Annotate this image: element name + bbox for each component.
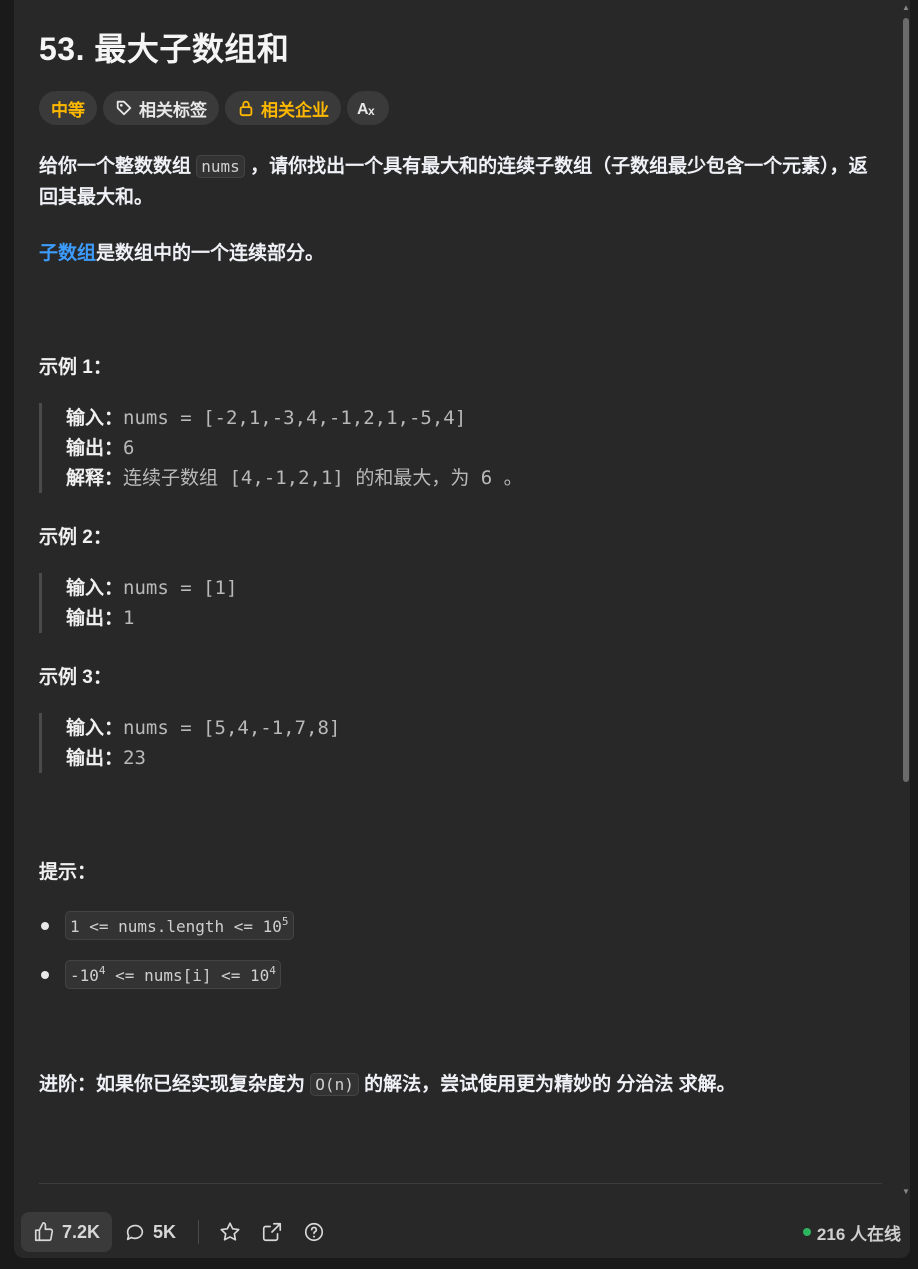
scrollbar-thumb[interactable] xyxy=(903,18,909,782)
constraint-1: 1 <= nums.length <= 105 xyxy=(39,911,294,940)
constraint-2: -104 <= nums[i] <= 104 xyxy=(39,960,281,989)
lock-icon xyxy=(239,100,253,117)
example-1-heading: 示例 1： xyxy=(39,357,112,378)
svg-text:x: x xyxy=(368,104,375,117)
problem-panel: 53. 最大子数组和 中等 相关标签 相关企业 Ax 给你一个整数数组 nums… xyxy=(14,0,910,1258)
example-2-block: 输入：nums = [1] 输出：1 xyxy=(39,573,866,633)
problem-title: 53. 最大子数组和 xyxy=(39,31,290,67)
question-icon xyxy=(304,1222,324,1242)
tag-icon xyxy=(116,100,132,116)
inline-code: nums xyxy=(196,155,245,178)
scroll-down-arrow-icon[interactable]: ▼ xyxy=(902,1188,910,1196)
online-indicator: 216 人在线 xyxy=(802,1212,901,1252)
comment-count: 5K xyxy=(153,1221,177,1242)
help-button[interactable] xyxy=(293,1212,335,1252)
related-companies-label: 相关企业 xyxy=(261,100,329,120)
example-output: 1 xyxy=(123,607,135,629)
example-input: nums = [-2,1,-3,4,-1,2,1,-5,4] xyxy=(123,407,467,429)
share-icon xyxy=(262,1222,282,1242)
subarray-definition: 子数组是数组中的一个连续部分。 xyxy=(39,243,325,264)
favorite-button[interactable] xyxy=(209,1212,251,1252)
example-3-heading: 示例 3： xyxy=(39,667,112,688)
example-input: nums = [5,4,-1,7,8] xyxy=(123,717,341,739)
like-button[interactable]: 7.2K xyxy=(21,1212,113,1252)
footer-divider xyxy=(39,1183,882,1184)
star-icon xyxy=(220,1222,240,1241)
share-button[interactable] xyxy=(251,1212,293,1252)
difficulty-badge: 中等 xyxy=(39,91,97,125)
example-input: nums = [1] xyxy=(123,577,238,599)
example-1-block: 输入：nums = [-2,1,-3,4,-1,2,1,-5,4] 输出：6 解… xyxy=(39,403,866,493)
thumbs-up-icon xyxy=(34,1222,54,1242)
scrollbar[interactable]: ▲ ▼ xyxy=(902,0,910,1200)
translate-icon: Ax xyxy=(357,101,375,117)
comment-icon xyxy=(126,1224,144,1241)
example-output: 6 xyxy=(123,437,135,459)
related-tags-label: 相关标签 xyxy=(139,100,207,120)
related-tags-button[interactable]: 相关标签 xyxy=(103,91,219,125)
follow-up: 进阶：如果你已经实现复杂度为 O(n) 的解法，尝试使用更为精妙的 分治法 求解… xyxy=(39,1073,736,1096)
subarray-link[interactable]: 子数组 xyxy=(39,243,96,264)
online-count: 216 人在线 xyxy=(816,1224,901,1244)
difficulty-label: 中等 xyxy=(51,100,85,120)
like-count: 7.2K xyxy=(62,1221,101,1242)
problem-description: 给你一个整数数组 nums ，请你找出一个具有最大和的连续子数组（子数组最少包含… xyxy=(39,155,868,208)
problem-tags: 中等 相关标签 相关企业 Ax xyxy=(39,91,389,125)
related-companies-button[interactable]: 相关企业 xyxy=(225,91,341,125)
example-2-heading: 示例 2： xyxy=(39,527,112,548)
translate-button[interactable]: Ax xyxy=(347,91,389,125)
hints-heading: 提示： xyxy=(39,862,97,883)
example-3-block: 输入：nums = [5,4,-1,7,8] 输出：23 xyxy=(39,713,866,773)
example-output: 23 xyxy=(123,747,146,769)
scroll-up-arrow-icon[interactable]: ▲ xyxy=(902,4,910,12)
online-status-dot xyxy=(802,1228,811,1236)
footer-bar: 7.2K 5K 216 人在线 xyxy=(21,1212,901,1252)
footer-separator xyxy=(198,1220,200,1244)
comments-button[interactable]: 5K xyxy=(112,1212,188,1252)
